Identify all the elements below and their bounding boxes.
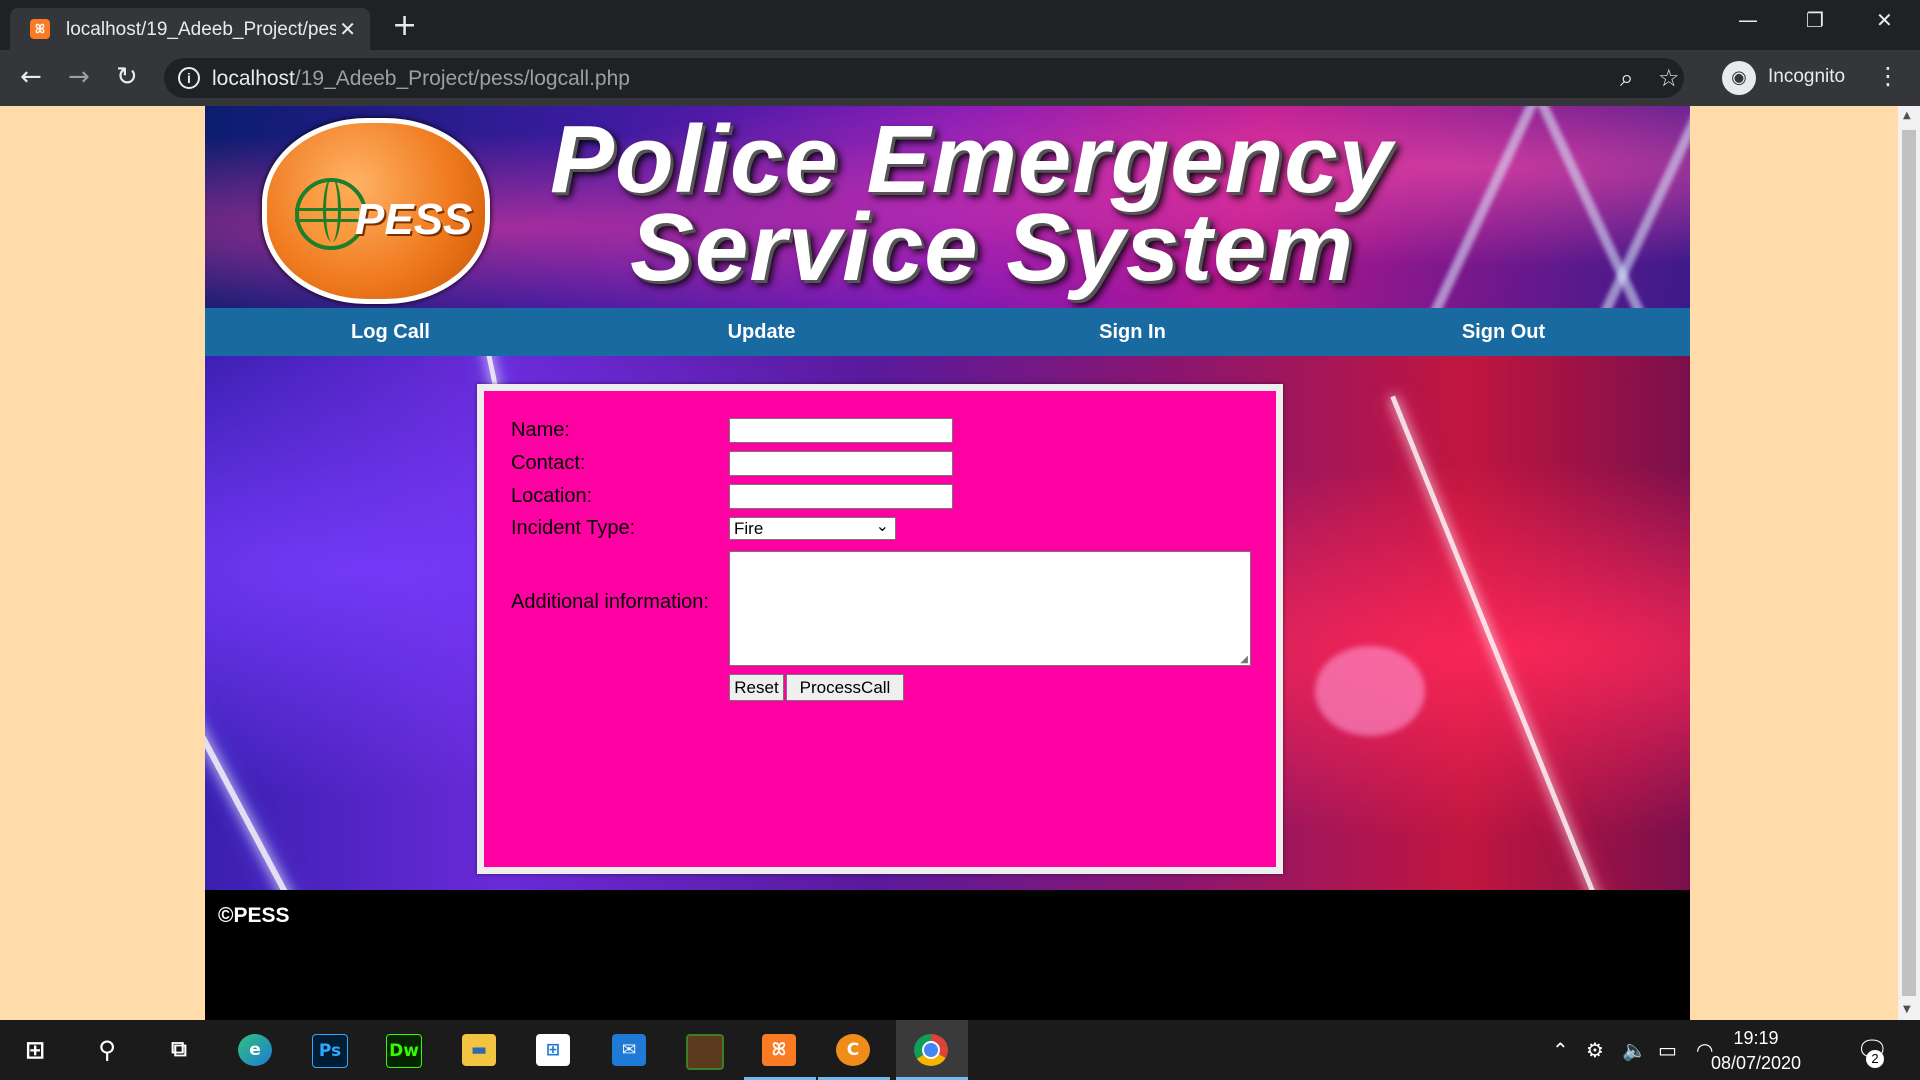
- banner-title-line2: Service System: [630, 194, 1354, 301]
- restore-icon[interactable]: ❐: [1806, 8, 1824, 32]
- resize-grip-icon[interactable]: ◢: [1240, 654, 1248, 665]
- clock-date: 08/07/2020: [1710, 1053, 1802, 1073]
- minecraft-icon: [686, 1034, 724, 1070]
- taskbar-chrome[interactable]: [896, 1020, 968, 1080]
- mail-icon: ✉: [612, 1034, 646, 1066]
- nav-update[interactable]: Update: [576, 308, 947, 356]
- light-streak: [1530, 106, 1650, 308]
- zoom-icon[interactable]: ⌕: [1620, 64, 1633, 92]
- address-bar[interactable]: i localhost/19_Adeeb_Project/pess/logcal…: [164, 58, 1684, 98]
- close-tab-icon[interactable]: ✕: [339, 17, 356, 41]
- name-label: Name:: [511, 419, 570, 441]
- location-label: Location:: [511, 485, 593, 507]
- taskbar-minecraft[interactable]: [668, 1020, 740, 1080]
- taskbar-file-explorer[interactable]: ▬: [444, 1020, 516, 1080]
- footer-copyright: ©PESS: [218, 904, 290, 927]
- content-area: Name: Contact: Location: Incident Type: …: [205, 356, 1690, 890]
- incident-type-label: Incident Type:: [511, 517, 636, 539]
- scroll-up-icon[interactable]: ▲: [1903, 110, 1911, 121]
- contact-label: Contact:: [511, 452, 586, 474]
- neon-line: [205, 623, 296, 890]
- process-call-button[interactable]: ProcessCall: [786, 674, 904, 701]
- back-icon[interactable]: ←: [20, 62, 42, 92]
- chrome-icon: [914, 1034, 948, 1066]
- ccleaner-icon: C: [836, 1034, 870, 1066]
- logo-text: PESS: [355, 195, 473, 244]
- nav-sign-out[interactable]: Sign Out: [1318, 308, 1689, 356]
- dreamweaver-icon: Dw: [386, 1034, 422, 1068]
- light-streak: [1590, 106, 1690, 308]
- xampp-icon: ꕤ: [762, 1034, 796, 1066]
- reset-button[interactable]: Reset: [729, 674, 784, 701]
- tab-title: localhost/19_Adeeb_Project/pess: [66, 19, 336, 40]
- notification-badge: 2: [1866, 1050, 1884, 1068]
- incident-type-select[interactable]: Fire ⌄: [729, 516, 896, 540]
- neon-line: [1390, 395, 1605, 890]
- additional-info-textarea[interactable]: ◢: [729, 551, 1251, 666]
- site-container: PESS Police Emergency Service System Log…: [205, 106, 1690, 1020]
- forward-icon[interactable]: →: [68, 62, 90, 92]
- browser-tab-bar: ꕤ localhost/19_Adeeb_Project/pess ✕ + — …: [0, 0, 1920, 50]
- reload-icon[interactable]: ↻: [116, 62, 138, 92]
- info-icon[interactable]: i: [178, 67, 200, 89]
- menu-icon[interactable]: ⋮: [1876, 62, 1900, 90]
- pess-logo: PESS: [262, 118, 490, 304]
- bookmark-star-icon[interactable]: ☆: [1658, 64, 1680, 92]
- search-button[interactable]: ⚲: [72, 1020, 144, 1080]
- taskbar-edge[interactable]: e: [220, 1020, 292, 1080]
- xampp-icon: ꕤ: [30, 19, 50, 39]
- light-streak: [1420, 106, 1540, 308]
- nav-log-call[interactable]: Log Call: [205, 308, 576, 356]
- taskbar-store[interactable]: ⊞: [518, 1020, 590, 1080]
- page-viewport: PESS Police Emergency Service System Log…: [0, 106, 1920, 1020]
- taskbar-photoshop[interactable]: Ps: [294, 1020, 366, 1080]
- taskbar-xampp[interactable]: ꕤ: [744, 1020, 816, 1080]
- system-clock[interactable]: 19:19 08/07/2020: [1706, 1026, 1806, 1076]
- browser-tab[interactable]: ꕤ localhost/19_Adeeb_Project/pess ✕: [10, 8, 370, 50]
- main-nav: Log Call Update Sign In Sign Out: [205, 308, 1690, 356]
- edge-icon: e: [238, 1034, 272, 1066]
- incognito-icon[interactable]: ◉: [1722, 61, 1756, 95]
- url-host: localhost: [212, 67, 295, 90]
- minimize-icon[interactable]: —: [1738, 8, 1758, 32]
- window-close-icon[interactable]: ✕: [1876, 8, 1893, 32]
- header-banner: PESS Police Emergency Service System: [205, 106, 1690, 308]
- steam-icon[interactable]: ⚙: [1586, 1038, 1604, 1062]
- name-input[interactable]: [729, 418, 953, 443]
- scroll-down-icon[interactable]: ▼: [1903, 1004, 1911, 1015]
- additional-info-label: Additional information:: [511, 591, 709, 613]
- url-text[interactable]: localhost/19_Adeeb_Project/pess/logcall.…: [212, 67, 630, 91]
- volume-icon[interactable]: 🔈: [1622, 1038, 1647, 1062]
- photoshop-icon: Ps: [312, 1034, 348, 1068]
- windows-icon: ⊞: [24, 1036, 46, 1064]
- store-icon: ⊞: [536, 1034, 570, 1066]
- nav-sign-in[interactable]: Sign In: [947, 308, 1318, 356]
- task-view-button[interactable]: ⧉: [144, 1020, 216, 1080]
- contact-input[interactable]: [729, 451, 953, 476]
- search-icon: ⚲: [98, 1036, 116, 1064]
- browser-toolbar: ← → ↻ i localhost/19_Adeeb_Project/pess/…: [0, 50, 1920, 106]
- vertical-scrollbar[interactable]: ▲ ▼: [1898, 106, 1920, 1020]
- file-explorer-icon: ▬: [462, 1034, 496, 1066]
- windows-taskbar: ⊞ ⚲ ⧉ e Ps Dw ▬ ⊞ ✉ ꕤ C ⌃ ⚙ 🔈 ▭ ◠ 19:19: [0, 1020, 1920, 1080]
- start-button[interactable]: ⊞: [0, 1020, 72, 1080]
- scroll-thumb[interactable]: [1902, 130, 1916, 996]
- chevron-down-icon: ⌄: [875, 516, 889, 535]
- site-footer: ©PESS: [205, 890, 1690, 1020]
- task-view-icon: ⧉: [171, 1037, 187, 1062]
- incident-type-value: Fire: [734, 519, 764, 538]
- incognito-label[interactable]: Incognito: [1768, 66, 1845, 88]
- location-input[interactable]: [729, 484, 953, 509]
- taskbar-mail[interactable]: ✉: [594, 1020, 666, 1080]
- log-call-form: Name: Contact: Location: Incident Type: …: [477, 384, 1283, 874]
- new-tab-icon[interactable]: +: [392, 8, 417, 43]
- battery-icon[interactable]: ▭: [1658, 1038, 1677, 1062]
- chevron-up-icon[interactable]: ⌃: [1552, 1038, 1569, 1062]
- bokeh-circle: [1315, 646, 1425, 736]
- taskbar-ccleaner[interactable]: C: [818, 1020, 890, 1080]
- clock-time: 19:19: [1733, 1028, 1779, 1048]
- taskbar-dreamweaver[interactable]: Dw: [368, 1020, 440, 1080]
- url-path: /19_Adeeb_Project/pess/logcall.php: [294, 67, 630, 90]
